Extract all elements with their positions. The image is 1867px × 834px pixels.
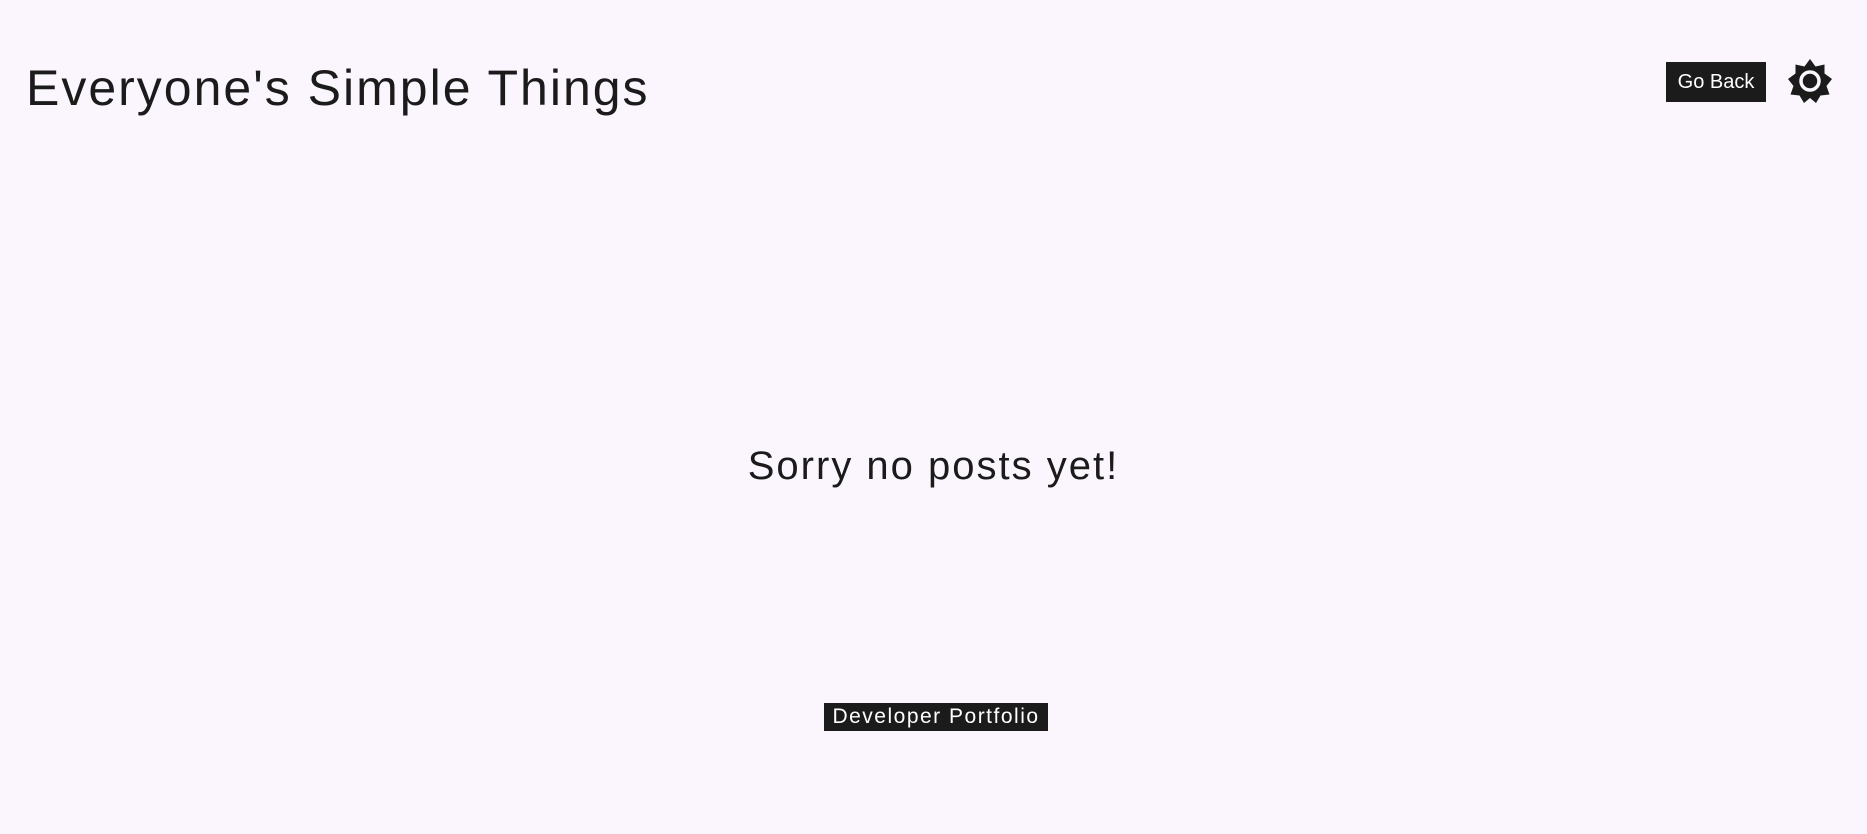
empty-posts-message: Sorry no posts yet! <box>747 444 1120 488</box>
theme-toggle-button[interactable] <box>1787 58 1833 104</box>
site-title: Everyone's Simple Things <box>26 60 650 116</box>
go-back-button[interactable]: Go Back <box>1666 62 1766 102</box>
sun-icon <box>1788 59 1832 103</box>
page: Everyone's Simple Things Go Back Sorry n… <box>0 0 1867 834</box>
developer-portfolio-link[interactable]: Developer Portfolio <box>824 703 1048 731</box>
